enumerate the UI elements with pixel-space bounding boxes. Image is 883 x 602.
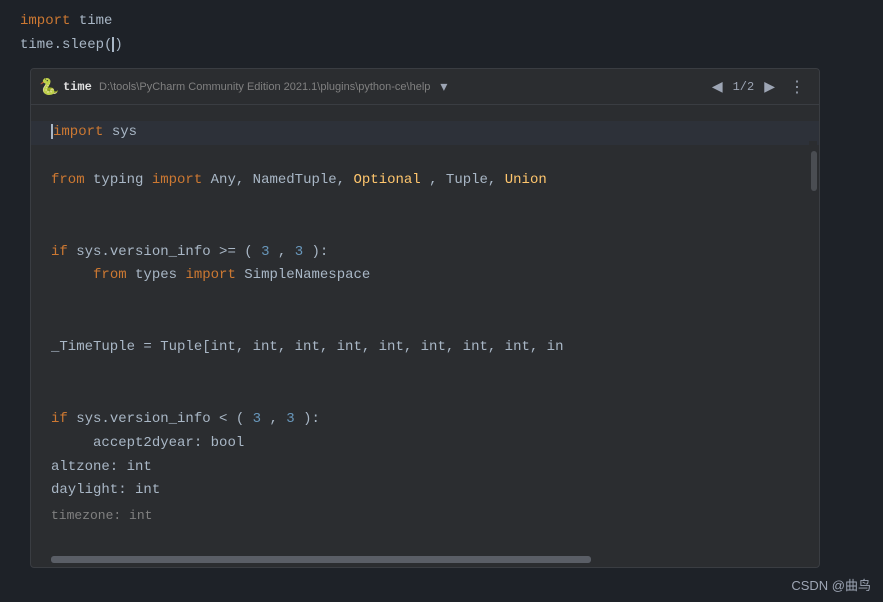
comma-3: , (269, 411, 286, 427)
union-text: Union (505, 172, 547, 188)
popup-header-right: ◀ 1/2 ▶ ⋮ (708, 75, 809, 99)
timezone-text: timezone: int (51, 508, 152, 523)
code-line-typing: from typing import Any, NamedTuple, Opti… (51, 169, 799, 193)
code-line-simplens: from types import SimpleNamespace (51, 264, 799, 288)
altzone-text: altzone: int (51, 459, 152, 475)
comma-2: , (278, 244, 295, 260)
scrollbar-thumb-v (811, 151, 817, 191)
empty-line-5 (51, 312, 799, 336)
popup-header-left: 🐍 time D:\tools\PyCharm Community Editio… (41, 76, 451, 97)
header-path: D:\tools\PyCharm Community Edition 2021.… (99, 81, 430, 93)
editor-top-code: import time time.sleep() (0, 0, 883, 68)
popup-header: 🐍 time D:\tools\PyCharm Community Editio… (31, 69, 819, 105)
version-check-2: sys.version_info < ( (76, 411, 244, 427)
documentation-popup: 🐍 time D:\tools\PyCharm Community Editio… (30, 68, 820, 568)
indent-1 (51, 267, 85, 283)
num-3-4: 3 (286, 411, 294, 427)
code-content: import sys from typing import Any, Named… (31, 105, 819, 567)
types-text: types (135, 267, 185, 283)
header-title: time D:\tools\PyCharm Community Edition … (63, 80, 430, 94)
version-check-1: sys.version_info >= ( (76, 244, 252, 260)
editor-background: import time time.sleep() (0, 0, 883, 70)
horizontal-scrollbar[interactable] (51, 556, 591, 563)
kw-import-3: import (185, 267, 235, 283)
more-options-button[interactable]: ⋮ (785, 75, 809, 99)
empty-line-2 (51, 193, 799, 217)
code-text: time.sleep( (20, 37, 112, 53)
empty-line-1 (51, 145, 799, 169)
next-button[interactable]: ▶ (760, 76, 779, 97)
code-line-version-check-2: if sys.version_info < ( 3 , 3 ): (51, 408, 799, 432)
timetuple-text: _TimeTuple = Tuple[int, int, int, int, i… (51, 339, 563, 355)
indent-2 (51, 435, 85, 451)
paren-close-2: ): (303, 411, 320, 427)
module-name-header: time (63, 80, 92, 94)
num-3-2: 3 (295, 244, 303, 260)
code-line-timezone: timezone: int (51, 505, 799, 527)
keyword-import: import (20, 13, 70, 29)
empty-line-7 (51, 384, 799, 408)
watermark: CSDN @曲鸟 (791, 575, 871, 594)
kw-import-1: import (53, 124, 103, 140)
kw-if-1: if (51, 244, 68, 260)
code-line-2: time.sleep() (20, 34, 863, 58)
module-name: time (79, 13, 113, 29)
scrollbar-thumb-h (51, 556, 591, 563)
code-line-timetuple: _TimeTuple = Tuple[int, int, int, int, i… (51, 336, 799, 360)
code-text-2: ) (114, 37, 122, 53)
num-3-3: 3 (253, 411, 261, 427)
empty-line-3 (51, 217, 799, 241)
daylight-text: daylight: int (51, 482, 160, 498)
num-3-1: 3 (261, 244, 269, 260)
tuple-text: Tuple, (446, 172, 505, 188)
simplens-text: SimpleNamespace (244, 267, 370, 283)
code-line-altzone: altzone: int (51, 456, 799, 480)
accept2dyear-text: accept2dyear: bool (93, 435, 244, 451)
comma-1: , (429, 172, 446, 188)
code-line-import-sys: import sys (31, 121, 819, 145)
dropdown-button[interactable]: ▾ (436, 76, 451, 97)
vertical-scrollbar[interactable] (809, 141, 817, 567)
prev-button[interactable]: ◀ (708, 76, 727, 97)
paren-close-1: ): (312, 244, 329, 260)
kw-if-2: if (51, 411, 68, 427)
code-line-1: import time (20, 10, 863, 34)
typing-text: typing (93, 172, 152, 188)
sys-text: sys (103, 124, 137, 140)
empty-line-6 (51, 360, 799, 384)
kw-from: from (51, 172, 85, 188)
optional-text: Optional (353, 172, 420, 188)
kw-import-2: import (152, 172, 202, 188)
code-line-version-check-1: if sys.version_info >= ( 3 , 3 ): (51, 241, 799, 265)
nav-counter: 1/2 (733, 80, 755, 94)
code-line-accept2dyear: accept2dyear: bool (51, 432, 799, 456)
python-file-icon: 🐍 (41, 79, 57, 95)
imports-list: Any, NamedTuple, (211, 172, 354, 188)
empty-line-4 (51, 288, 799, 312)
code-line-daylight: daylight: int (51, 479, 799, 503)
kw-from-2: from (93, 267, 127, 283)
